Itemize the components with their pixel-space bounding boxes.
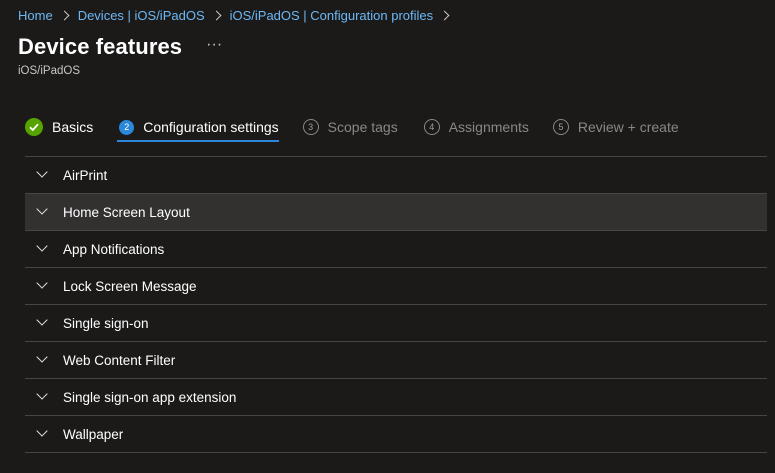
section-web-content-filter[interactable]: Web Content Filter <box>25 342 767 379</box>
step-number-4-icon: 4 <box>423 119 440 135</box>
chevron-down-icon <box>36 388 48 400</box>
section-label: Lock Screen Message <box>63 278 197 294</box>
section-label: AirPrint <box>63 167 108 183</box>
section-label: Wallpaper <box>63 426 124 442</box>
chevron-down-icon <box>36 351 48 363</box>
section-label: Web Content Filter <box>63 352 176 368</box>
step-assignments-label: Assignments <box>448 119 529 135</box>
chevron-down-icon <box>36 277 48 289</box>
title-row: Device features ··· <box>18 34 222 60</box>
section-airprint[interactable]: AirPrint <box>25 157 767 194</box>
chevron-right-icon <box>59 10 70 20</box>
step-review-create[interactable]: 5 Review + create <box>552 114 679 140</box>
breadcrumb: Home Devices | iOS/iPadOS iOS/iPadOS | C… <box>18 7 458 23</box>
step-assignments[interactable]: 4 Assignments <box>423 114 529 140</box>
chevron-down-icon <box>36 240 48 252</box>
step-scope-tags-label: Scope tags <box>327 119 398 135</box>
breadcrumb-devices-ios-link[interactable]: Devices | iOS/iPadOS <box>78 8 205 23</box>
chevron-down-icon <box>36 314 48 326</box>
page-subtitle: iOS/iPadOS <box>18 65 80 77</box>
step-scope-tags[interactable]: 3 Scope tags <box>302 114 398 140</box>
section-lock-screen-message[interactable]: Lock Screen Message <box>25 268 767 305</box>
chevron-right-icon <box>211 10 222 20</box>
step-basics-label: Basics <box>52 119 94 135</box>
page-title: Device features <box>18 34 183 59</box>
section-label: Home Screen Layout <box>63 204 190 220</box>
step-number-3-icon: 3 <box>302 119 319 135</box>
step-basics[interactable]: Basics <box>25 114 93 140</box>
step-configuration-settings-label: Configuration settings <box>143 119 279 135</box>
step-number-2-icon: 2 <box>119 119 135 135</box>
section-label: Single sign-on app extension <box>63 389 237 405</box>
breadcrumb-home-link[interactable]: Home <box>18 8 53 23</box>
section-label: App Notifications <box>63 241 165 257</box>
chevron-down-icon <box>36 425 48 437</box>
wizard-steps: Basics 2 Configuration settings 3 Scope … <box>25 114 679 144</box>
section-home-screen-layout[interactable]: Home Screen Layout <box>25 194 767 231</box>
section-app-notifications[interactable]: App Notifications <box>25 231 767 268</box>
section-single-sign-on[interactable]: Single sign-on <box>25 305 767 342</box>
section-single-sign-on-app-extension[interactable]: Single sign-on app extension <box>25 379 767 416</box>
section-label: Single sign-on <box>63 315 149 331</box>
more-options-button[interactable]: ··· <box>206 36 222 54</box>
settings-accordion: AirPrint Home Screen Layout App Notifica… <box>25 156 767 453</box>
checkmark-icon <box>25 118 43 136</box>
chevron-right-icon <box>439 10 450 20</box>
breadcrumb-configuration-profiles-link[interactable]: iOS/iPadOS | Configuration profiles <box>230 8 434 23</box>
device-features-page: Home Devices | iOS/iPadOS iOS/iPadOS | C… <box>0 0 775 473</box>
chevron-down-icon <box>36 203 48 215</box>
chevron-down-icon <box>36 166 48 178</box>
step-configuration-settings[interactable]: 2 Configuration settings <box>117 114 280 142</box>
step-review-create-label: Review + create <box>577 119 679 135</box>
section-wallpaper[interactable]: Wallpaper <box>25 416 767 453</box>
step-number-5-icon: 5 <box>552 119 569 135</box>
